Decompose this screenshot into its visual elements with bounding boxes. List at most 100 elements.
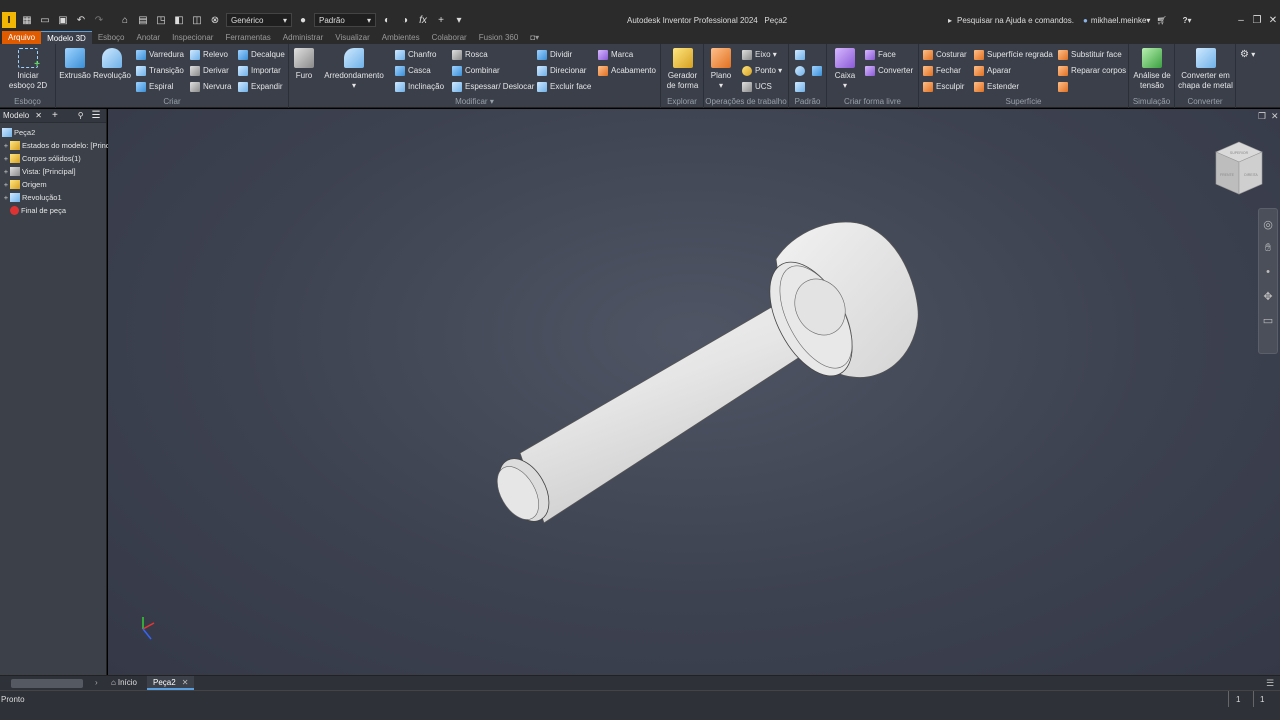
ruled-surface-button[interactable]: Superfície regrada: [974, 48, 1053, 61]
zoom-icon[interactable]: •: [1259, 263, 1277, 281]
appearance-dropdown[interactable]: Padrão ▾: [314, 13, 376, 27]
sculpt-button[interactable]: Esculpir: [923, 80, 964, 93]
viewcube[interactable]: SUPERIOR FRENTE DIREITA: [1214, 140, 1264, 196]
point-button[interactable]: Ponto ▾: [742, 64, 782, 77]
update-icon[interactable]: ▤: [136, 13, 150, 27]
tab-arquivo[interactable]: Arquivo: [2, 31, 42, 44]
measure-icon[interactable]: ◫: [190, 13, 204, 27]
graphics-viewport[interactable]: [108, 109, 1280, 675]
fit-mesh-button[interactable]: [1058, 80, 1071, 93]
tab-home[interactable]: ⌂ Início: [111, 678, 137, 687]
home-icon[interactable]: ⌂: [118, 13, 132, 27]
convert-freeform-button[interactable]: Converter: [865, 64, 913, 77]
pan-hand-icon[interactable]: ✋︎: [1259, 239, 1277, 257]
expand-icon[interactable]: +: [2, 154, 10, 163]
rib-button[interactable]: Nervura: [190, 80, 231, 93]
expand-icon[interactable]: +: [2, 193, 10, 202]
unwrap-button[interactable]: Expandir: [238, 80, 283, 93]
tab-fusion-360[interactable]: Fusion 360: [473, 31, 525, 44]
emboss-button[interactable]: Relevo: [190, 48, 228, 61]
search-icon[interactable]: ⚲: [78, 111, 84, 120]
expand-icon[interactable]: +: [2, 180, 10, 189]
loft-button[interactable]: Transição: [136, 64, 184, 77]
extrude-button[interactable]: Extrusão: [58, 48, 92, 81]
sketch-pattern-button[interactable]: [795, 80, 808, 93]
restore-button[interactable]: ❐: [1250, 13, 1264, 27]
start-sketch-button[interactable]: + Iniciar esboço 2D: [6, 48, 50, 91]
face-button[interactable]: Face: [865, 48, 896, 61]
document-menu-icon[interactable]: ☰: [1266, 678, 1274, 689]
rebuild-icon[interactable]: ◧: [172, 13, 186, 27]
tab-modelo-3d[interactable]: Modelo 3D: [41, 31, 92, 44]
axis-button[interactable]: Eixo ▾: [742, 48, 777, 61]
mirror-icon[interactable]: [812, 65, 822, 76]
coil-button[interactable]: Espiral: [136, 80, 173, 93]
viewport-restore-icon[interactable]: ❐: [1258, 111, 1266, 122]
save-icon[interactable]: ▣: [56, 13, 70, 27]
shape-generator-button[interactable]: Gerador de forma: [663, 48, 702, 91]
fillet-button[interactable]: Arredondamento ▾: [321, 48, 387, 91]
clear-appearance-icon[interactable]: ◑: [398, 13, 412, 27]
thicken-offset-button[interactable]: Espessar/ Deslocar: [452, 80, 534, 93]
customize-dropdown-icon[interactable]: ▾: [452, 13, 466, 27]
rectangular-pattern-button[interactable]: [795, 48, 808, 61]
extend-button[interactable]: Estender: [974, 80, 1019, 93]
orbit-icon[interactable]: ✥: [1259, 287, 1277, 305]
derive-button[interactable]: Derivar: [190, 64, 229, 77]
combine-button[interactable]: Combinar: [452, 64, 500, 77]
repair-bodies-button[interactable]: Reparar corpos: [1058, 64, 1126, 77]
tab-ambientes[interactable]: Ambientes: [376, 31, 426, 44]
tab-anotar[interactable]: Anotar: [131, 31, 167, 44]
material-dropdown[interactable]: Genérico ▾: [226, 13, 292, 27]
tab-administrar[interactable]: Administrar: [277, 31, 329, 44]
close-button[interactable]: ✕: [1266, 13, 1280, 27]
tab-ferramentas[interactable]: Ferramentas: [219, 31, 276, 44]
tab-visualizar[interactable]: Visualizar: [329, 31, 376, 44]
add-icon[interactable]: +: [434, 13, 448, 27]
convert-sheet-metal-button[interactable]: Converter em chapa de metal: [1177, 48, 1234, 91]
stitch-button[interactable]: Costurar: [923, 48, 967, 61]
tab-colaborar[interactable]: Colaborar: [426, 31, 473, 44]
tree-item-end-of-part[interactable]: Final de peça: [2, 204, 66, 217]
expand-icon[interactable]: +: [2, 141, 10, 150]
add-icon[interactable]: +: [52, 110, 58, 121]
bolt-part[interactable]: [489, 221, 919, 530]
tab-esboco[interactable]: Esboço: [92, 31, 131, 44]
tab-inspecionar[interactable]: Inspecionar: [166, 31, 219, 44]
minimize-button[interactable]: –: [1234, 13, 1248, 27]
select-icon[interactable]: ◳: [154, 13, 168, 27]
panel-toggle-icon[interactable]: ◘▾: [524, 31, 545, 44]
user-account[interactable]: ● mikhael.meinke ▾ 🛒︎ ? ▾: [1083, 13, 1192, 27]
open-folder-icon[interactable]: ▭: [38, 13, 52, 27]
hole-button[interactable]: Furo: [291, 48, 317, 81]
stress-analysis-button[interactable]: Análise de tensão: [1131, 48, 1173, 91]
tree-item-model-states[interactable]: + Estados do modelo: [Princ: [2, 139, 110, 152]
cart-icon[interactable]: 🛒︎: [1156, 16, 1166, 25]
view-face-icon[interactable]: ▭: [1259, 311, 1277, 329]
patch-button[interactable]: Fechar: [923, 64, 961, 77]
steering-wheel-icon[interactable]: ◎: [1259, 215, 1277, 233]
horizontal-scrollbar[interactable]: [11, 679, 83, 688]
draft-button[interactable]: Inclinação: [395, 80, 444, 93]
revolve-button[interactable]: Revolução: [92, 48, 132, 81]
plane-button[interactable]: Plano ▾: [706, 48, 736, 91]
redo-icon[interactable]: ↷: [92, 13, 106, 27]
mark-button[interactable]: Marca: [598, 48, 633, 61]
ribbon-options-button[interactable]: ⚙ ▾: [1240, 48, 1255, 61]
parameters-icon[interactable]: fx: [416, 13, 430, 27]
adjust-appearance-icon[interactable]: ◐: [380, 13, 394, 27]
tree-item-origin[interactable]: + Origem: [2, 178, 47, 191]
replace-face-button[interactable]: Substituir face: [1058, 48, 1122, 61]
menu-icon[interactable]: ☰: [92, 110, 101, 121]
undo-icon[interactable]: ↶: [74, 13, 88, 27]
thread-button[interactable]: Rosca: [452, 48, 488, 61]
inventor-logo-icon[interactable]: I: [2, 12, 16, 28]
close-icon[interactable]: ✕: [182, 678, 189, 687]
split-button[interactable]: Dividir: [537, 48, 572, 61]
tree-item-solid-bodies[interactable]: + Corpos sólidos(1): [2, 152, 81, 165]
box-button[interactable]: Caixa ▾: [831, 48, 859, 91]
material-clear-icon[interactable]: ⊗: [208, 13, 222, 27]
tree-root[interactable]: Peça2: [2, 126, 35, 139]
circular-pattern-button[interactable]: [795, 64, 825, 77]
tree-item-view[interactable]: + Vista: [Principal]: [2, 165, 76, 178]
